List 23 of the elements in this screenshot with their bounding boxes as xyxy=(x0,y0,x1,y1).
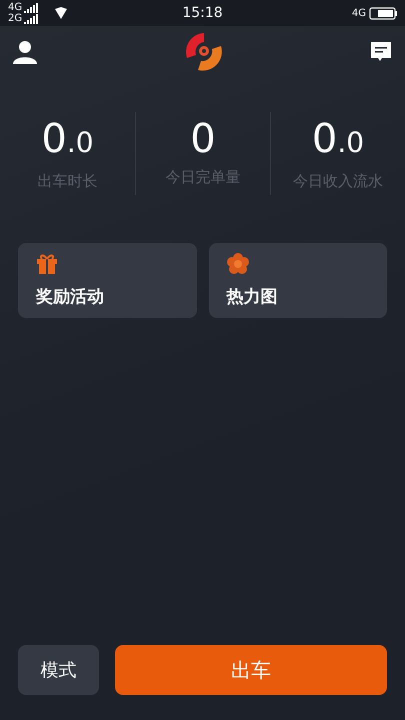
card-label: 奖励活动 xyxy=(36,286,105,308)
signal-icon xyxy=(24,2,40,12)
feature-card[interactable]: 热力图 xyxy=(208,243,387,318)
network-label: 4G xyxy=(352,8,366,18)
stat-label: 今日收入流水 xyxy=(293,172,383,191)
shield-icon xyxy=(54,7,68,19)
flower-icon xyxy=(226,253,248,275)
stat-label: 今日完单量 xyxy=(166,168,240,187)
signal-icon xyxy=(24,14,40,24)
start-button[interactable]: 出车 xyxy=(115,645,387,695)
network-label: 2G xyxy=(8,13,22,24)
gift-icon xyxy=(36,253,58,275)
stat-value: 0.0 xyxy=(312,116,364,164)
clock-time: 15:18 xyxy=(181,5,224,21)
battery-icon xyxy=(369,6,397,20)
user-icon[interactable] xyxy=(12,39,38,65)
stat-label: 出车时长 xyxy=(38,172,98,191)
mode-button[interactable]: 模式 xyxy=(18,645,99,695)
network-label: 4G xyxy=(8,2,22,13)
card-label: 热力图 xyxy=(226,286,278,308)
stat-value: 0 xyxy=(190,116,216,162)
feature-card[interactable]: 奖励活动 xyxy=(18,243,196,318)
stat-value: 0.0 xyxy=(41,116,94,164)
